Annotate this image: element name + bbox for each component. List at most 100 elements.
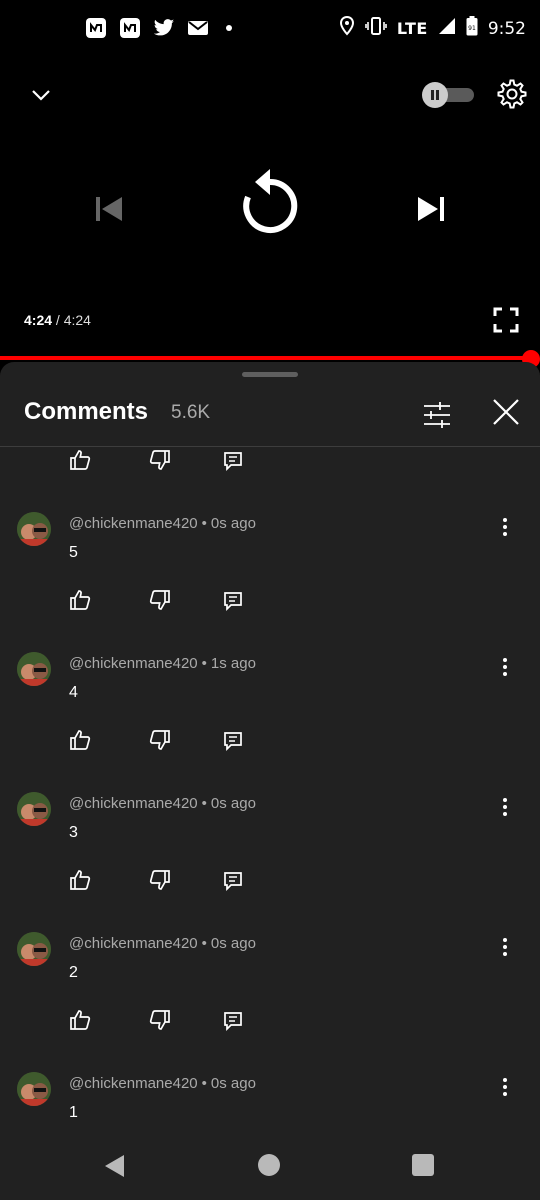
duration: 4:24: [63, 312, 91, 328]
clock: 9:52: [487, 18, 526, 39]
comments-list[interactable]: @chickenmane420 • 0s ago 5 @chickenmane420…: [0, 448, 540, 1138]
comment-item[interactable]: @chickenmane420 • 0s ago 3: [0, 782, 540, 922]
thumbs-up-icon[interactable]: [68, 588, 94, 614]
comment-author[interactable]: @chickenmane420: [69, 795, 198, 812]
drag-handle[interactable]: [242, 372, 298, 377]
video-player[interactable]: 4:24 / 4:24: [0, 58, 540, 358]
comment-actions: [0, 1008, 300, 1038]
comment-time: 0s ago: [210, 935, 256, 952]
comment-meta: @chickenmane420 • 0s ago: [69, 795, 256, 812]
comment-time: 0s ago: [210, 795, 256, 812]
vibrate-icon: [365, 16, 387, 41]
avatar[interactable]: [17, 1072, 51, 1106]
location-icon: [339, 15, 355, 41]
comments-panel: Comments 5.6K @chickenmane420 • 0s ago 5…: [0, 362, 540, 1200]
replay-icon[interactable]: [238, 168, 302, 242]
time-separator: /: [55, 312, 60, 328]
more-vert-icon[interactable]: [494, 656, 516, 678]
more-vert-icon[interactable]: [494, 516, 516, 538]
previous-icon[interactable]: [92, 192, 126, 226]
more-vert-icon[interactable]: [494, 796, 516, 818]
comment-actions: [0, 448, 540, 478]
navigation-bar: [0, 1130, 540, 1200]
status-bar: LTE 91 9:52: [0, 0, 540, 58]
svg-text:91: 91: [468, 25, 476, 32]
current-time: 4:24: [24, 312, 53, 328]
avatar[interactable]: [17, 652, 51, 686]
comment-text: 5: [69, 544, 78, 561]
thumbs-down-icon[interactable]: [148, 868, 174, 894]
reply-icon[interactable]: [222, 590, 248, 616]
thumbs-up-icon[interactable]: [68, 1008, 94, 1034]
thumbs-down-icon[interactable]: [148, 588, 174, 614]
close-icon[interactable]: [490, 396, 522, 428]
meta-separator: •: [201, 515, 207, 532]
comment-time: 0s ago: [210, 515, 256, 532]
filter-icon[interactable]: [420, 398, 454, 432]
reply-icon[interactable]: [222, 1010, 248, 1036]
comment-meta: @chickenmane420 • 1s ago: [69, 655, 256, 672]
comment-text: 1: [69, 1104, 78, 1121]
comment-time: 1s ago: [210, 655, 256, 672]
mail-icon: [186, 16, 210, 40]
pause-icon: [422, 82, 448, 108]
thumbs-down-icon[interactable]: [148, 448, 174, 474]
thumbs-up-icon[interactable]: [68, 448, 94, 474]
chevron-down-icon[interactable]: [26, 80, 56, 110]
comment-time: 0s ago: [210, 1075, 256, 1092]
nfc-icon: [118, 16, 142, 40]
reply-icon[interactable]: [222, 730, 248, 756]
autoplay-toggle[interactable]: [422, 82, 474, 108]
meta-separator: •: [201, 935, 207, 952]
comment-item[interactable]: @chickenmane420 • 1s ago 4: [0, 642, 540, 782]
time-display: 4:24 / 4:24: [24, 312, 91, 328]
twitter-icon: [152, 16, 176, 40]
progress-bar[interactable]: [0, 356, 532, 360]
comment-actions: [0, 588, 300, 618]
comments-header: Comments 5.6K: [0, 392, 540, 446]
avatar[interactable]: [17, 932, 51, 966]
system-icons: LTE 91 9:52: [339, 15, 526, 41]
comments-count: 5.6K: [171, 402, 211, 423]
comment-meta: @chickenmane420 • 0s ago: [69, 1075, 256, 1092]
signal-icon: [438, 17, 456, 40]
thumbs-up-icon[interactable]: [68, 728, 94, 754]
thumbs-down-icon[interactable]: [148, 728, 174, 754]
thumbs-down-icon[interactable]: [148, 1008, 174, 1034]
comment-author[interactable]: @chickenmane420: [69, 515, 198, 532]
comment-text: 3: [69, 824, 78, 841]
back-icon[interactable]: [102, 1154, 128, 1178]
recents-icon[interactable]: [412, 1154, 434, 1176]
notification-icons: [84, 16, 232, 40]
home-icon[interactable]: [258, 1154, 280, 1176]
comment-author[interactable]: @chickenmane420: [69, 935, 198, 952]
gear-icon[interactable]: [496, 78, 528, 110]
comment-actions: [0, 868, 300, 898]
more-vert-icon[interactable]: [494, 1076, 516, 1098]
network-type: LTE: [396, 19, 428, 38]
meta-separator: •: [201, 655, 207, 672]
nfc-icon: [84, 16, 108, 40]
comment-author[interactable]: @chickenmane420: [69, 1075, 198, 1092]
more-vert-icon[interactable]: [494, 936, 516, 958]
avatar[interactable]: [17, 512, 51, 546]
reply-icon[interactable]: [222, 870, 248, 896]
comment-item[interactable]: @chickenmane420 • 0s ago 1: [0, 1062, 540, 1138]
avatar[interactable]: [17, 792, 51, 826]
comment-meta: @chickenmane420 • 0s ago: [69, 515, 256, 532]
comment-item[interactable]: @chickenmane420 • 0s ago 5: [0, 502, 540, 642]
comment-item[interactable]: @chickenmane420 • 0s ago 2: [0, 922, 540, 1062]
reply-icon[interactable]: [222, 450, 248, 476]
comments-title: Comments: [24, 398, 149, 425]
comment-author[interactable]: @chickenmane420: [69, 655, 198, 672]
battery-icon: 91: [466, 16, 478, 41]
comment-meta: @chickenmane420 • 0s ago: [69, 935, 256, 952]
fullscreen-icon[interactable]: [492, 306, 520, 334]
next-icon[interactable]: [414, 192, 448, 226]
comment-text: 2: [69, 964, 78, 981]
meta-separator: •: [201, 1075, 207, 1092]
dot-icon: [226, 25, 232, 31]
comment-actions: [0, 728, 300, 758]
comment-text: 4: [69, 684, 78, 701]
thumbs-up-icon[interactable]: [68, 868, 94, 894]
